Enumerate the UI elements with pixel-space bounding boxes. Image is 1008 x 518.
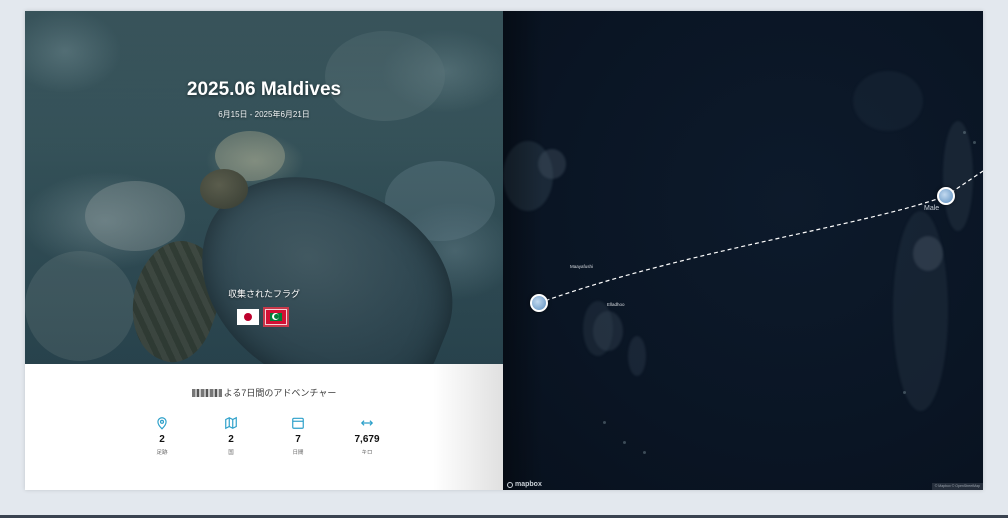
stat-days: 7 日間	[263, 416, 333, 456]
cover-page: 2025.06 Maldives 6月15日 - 2025年6月21日 収集され…	[25, 11, 503, 490]
route-map[interactable]: Maayafushi Elladhoo Male mapbox © Mapbox…	[503, 11, 983, 490]
map-label-male: Male	[924, 205, 940, 212]
stat-countries: 2 国	[196, 416, 266, 456]
trip-dates: 6月15日 - 2025年6月21日	[218, 110, 310, 119]
collected-flags-label: 収集されたフラグ	[227, 289, 300, 299]
photobook-spread: 2025.06 Maldives 6月15日 - 2025年6月21日 収集され…	[25, 11, 983, 490]
route-line	[538, 170, 983, 304]
stat-value: 7,679	[354, 434, 380, 445]
stat-label: 足跡	[156, 450, 168, 456]
photo-marker-start[interactable]	[530, 294, 548, 312]
stat-value: 2	[228, 434, 234, 445]
distance-arrows-icon	[360, 420, 374, 426]
stat-value: 2	[159, 434, 165, 445]
maldives-flag-icon	[263, 307, 289, 327]
redacted-name	[191, 389, 222, 397]
mapbox-logo[interactable]: mapbox	[507, 481, 542, 488]
trip-title: 2025.06 Maldives	[186, 79, 342, 100]
map-icon	[225, 416, 237, 430]
mapbox-icon	[507, 481, 513, 488]
stat-distance: 7,679 キロ	[332, 416, 402, 456]
trip-summary: よる7日間のアドベンチャー 2 足跡 2 国 7 日間 7,679 キロ	[25, 364, 503, 490]
map-label-maayafushi: Maayafushi	[570, 264, 594, 269]
map-label-elladhoo: Elladhoo	[607, 302, 625, 307]
stat-label: キロ	[361, 450, 373, 456]
map-attribution[interactable]: © Mapbox © OpenStreetMap	[931, 483, 983, 490]
stat-label: 国	[228, 450, 234, 456]
stat-label: 日間	[292, 450, 304, 456]
photo-marker-male[interactable]	[937, 187, 955, 205]
flags-row	[237, 307, 289, 327]
mapbox-logo-text: mapbox	[515, 481, 542, 488]
map-pin-icon	[157, 417, 167, 430]
calendar-icon	[292, 417, 304, 429]
stat-footprints: 2 足跡	[127, 416, 197, 456]
stat-value: 7	[295, 434, 301, 445]
japan-flag-icon	[237, 309, 259, 325]
adventure-text: よる7日間のアドベンチャー	[223, 388, 337, 398]
adventure-line: よる7日間のアドベンチャー	[25, 386, 503, 399]
